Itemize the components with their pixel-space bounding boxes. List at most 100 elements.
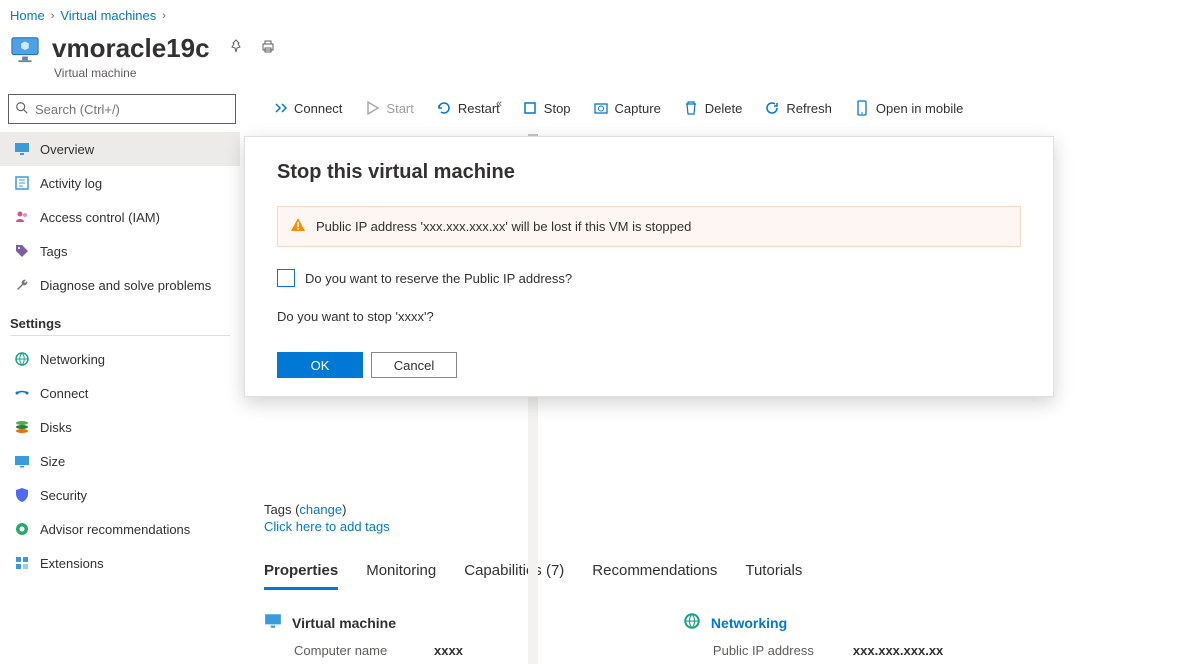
warning-banner: Public IP address 'xxx.xxx.xxx.xx' will …: [277, 206, 1021, 247]
stop-icon: [522, 100, 538, 116]
sidebar-item-label: Tags: [40, 244, 67, 259]
toolbar-label: Restart: [458, 101, 500, 116]
breadcrumb-vms[interactable]: Virtual machines: [60, 8, 156, 23]
sidebar-item-label: Networking: [40, 352, 105, 367]
add-tags-link[interactable]: Click here to add tags: [264, 519, 1200, 534]
toolbar: Connect Start Restart Stop Capture Delet…: [244, 94, 1200, 122]
play-icon: [364, 100, 380, 116]
capture-button[interactable]: Capture: [593, 100, 661, 116]
sidebar-item-advisor[interactable]: Advisor recommendations: [0, 512, 240, 546]
sidebar-item-label: Extensions: [40, 556, 104, 571]
kv-value: xxx.xxx.xxx.xx: [853, 643, 943, 658]
tabs: Properties Monitoring Capabilities (7) R…: [264, 562, 1200, 590]
shield-icon: [14, 487, 30, 503]
change-tags-link[interactable]: change: [299, 502, 342, 517]
ok-button[interactable]: OK: [277, 352, 363, 378]
kv-value: xxxx: [434, 643, 463, 658]
sidebar-item-size[interactable]: Size: [0, 444, 240, 478]
refresh-icon: [764, 100, 780, 116]
print-icon[interactable]: [260, 39, 276, 58]
toolbar-label: Capture: [615, 101, 661, 116]
delete-button[interactable]: Delete: [683, 100, 743, 116]
network-icon: [14, 351, 30, 367]
size-icon: [14, 453, 30, 469]
vm-icon: [10, 34, 40, 64]
pin-icon[interactable]: [228, 39, 244, 58]
sidebar-item-tags[interactable]: Tags: [0, 234, 240, 268]
chevron-right-icon: ›: [162, 10, 166, 22]
vm-icon: [264, 612, 282, 633]
restart-button[interactable]: Restart: [436, 100, 500, 116]
checkbox[interactable]: [277, 269, 295, 287]
sidebar-item-label: Activity log: [40, 176, 102, 191]
sidebar-item-label: Overview: [40, 142, 94, 157]
sidebar-item-connect[interactable]: Connect: [0, 376, 240, 410]
sidebar-nav: Overview Activity log Access control (IA…: [0, 132, 240, 580]
tab-recommendations[interactable]: Recommendations: [592, 562, 717, 590]
properties-networking: Networking Public IP address xxx.xxx.xxx.…: [683, 612, 943, 658]
collapse-sidebar-icon[interactable]: «: [496, 98, 502, 110]
search-icon: [15, 101, 29, 118]
stop-vm-dialog: Stop this virtual machine Public IP addr…: [244, 136, 1054, 397]
mobile-icon: [854, 100, 870, 116]
monitor-icon: [14, 141, 30, 157]
properties-vm: Virtual machine Computer name xxxx: [264, 612, 463, 658]
sidebar-section-settings: Settings: [0, 302, 240, 333]
dialog-title: Stop this virtual machine: [277, 161, 1021, 184]
sidebar-item-extensions[interactable]: Extensions: [0, 546, 240, 580]
sidebar-item-label: Connect: [40, 386, 88, 401]
tab-properties[interactable]: Properties: [264, 562, 338, 590]
sidebar-search[interactable]: [8, 94, 236, 124]
open-mobile-button[interactable]: Open in mobile: [854, 100, 963, 116]
resource-title: vmoracle19c: [52, 33, 210, 64]
tags-line: Tags (change): [264, 502, 1200, 517]
chevron-right-icon: ›: [51, 10, 55, 22]
kv-key: Computer name: [294, 643, 414, 658]
wrench-icon: [14, 277, 30, 293]
start-button: Start: [364, 100, 413, 116]
sidebar-item-diagnose[interactable]: Diagnose and solve problems: [0, 268, 240, 302]
reserve-ip-row[interactable]: Do you want to reserve the Public IP add…: [277, 269, 1021, 287]
stop-button[interactable]: Stop: [522, 100, 571, 116]
tab-tutorials[interactable]: Tutorials: [745, 562, 802, 590]
sidebar-item-disks[interactable]: Disks: [0, 410, 240, 444]
trash-icon: [683, 100, 699, 116]
toolbar-label: Refresh: [786, 101, 832, 116]
tags-suffix: ): [342, 502, 346, 517]
sidebar-item-label: Security: [40, 488, 87, 503]
tab-capabilities[interactable]: Capabilities (7): [464, 562, 564, 590]
tag-icon: [14, 243, 30, 259]
sidebar-item-security[interactable]: Security: [0, 478, 240, 512]
connect-button[interactable]: Connect: [272, 100, 342, 116]
toolbar-label: Stop: [544, 101, 571, 116]
tab-monitoring[interactable]: Monitoring: [366, 562, 436, 590]
kv-key: Public IP address: [713, 643, 833, 658]
refresh-button[interactable]: Refresh: [764, 100, 832, 116]
checkbox-label: Do you want to reserve the Public IP add…: [305, 271, 572, 286]
sidebar-item-label: Diagnose and solve problems: [40, 278, 211, 293]
toolbar-label: Connect: [294, 101, 342, 116]
section-title[interactable]: Networking: [711, 615, 787, 631]
connect-icon: [272, 100, 288, 116]
tags-prefix: Tags (: [264, 502, 299, 517]
restart-icon: [436, 100, 452, 116]
people-icon: [14, 209, 30, 225]
breadcrumb-home[interactable]: Home: [10, 8, 45, 23]
sidebar-item-overview[interactable]: Overview: [0, 132, 240, 166]
search-input[interactable]: [35, 102, 229, 117]
connect-icon: [14, 385, 30, 401]
capture-icon: [593, 100, 609, 116]
main-content: « Connect Start Restart Stop Capture Del…: [244, 94, 1200, 591]
sidebar-item-access-control[interactable]: Access control (IAM): [0, 200, 240, 234]
toolbar-label: Delete: [705, 101, 743, 116]
toolbar-label: Open in mobile: [876, 101, 963, 116]
breadcrumb: Home › Virtual machines ›: [0, 0, 1200, 27]
section-title: Virtual machine: [292, 615, 396, 631]
sidebar-item-activity-log[interactable]: Activity log: [0, 166, 240, 200]
extensions-icon: [14, 555, 30, 571]
sidebar: Overview Activity log Access control (IA…: [0, 94, 244, 591]
advisor-icon: [14, 521, 30, 537]
warning-text: Public IP address 'xxx.xxx.xxx.xx' will …: [316, 219, 691, 234]
sidebar-item-networking[interactable]: Networking: [0, 342, 240, 376]
cancel-button[interactable]: Cancel: [371, 352, 457, 378]
